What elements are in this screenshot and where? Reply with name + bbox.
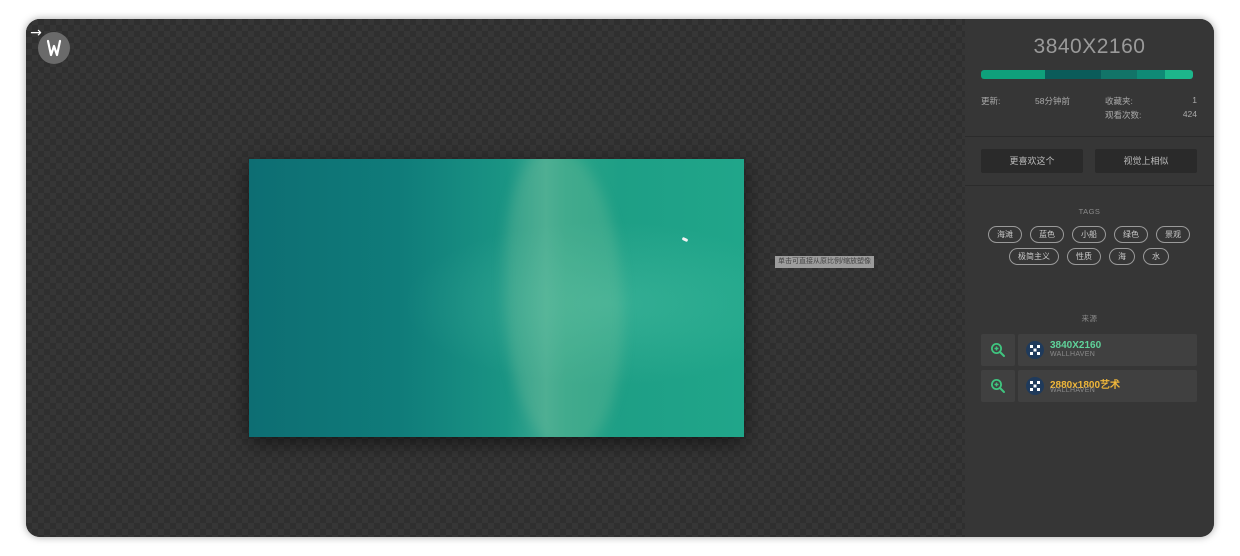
source-link[interactable]: 3840X2160 WALLHAVEN [1018, 334, 1197, 366]
source-title: 3840X2160 [1050, 340, 1102, 351]
tag-pill[interactable]: 蓝色 [1030, 226, 1064, 243]
shallow-water-area [504, 159, 624, 437]
color-palette [981, 70, 1193, 79]
palette-swatch[interactable] [981, 70, 1045, 79]
tag-pill[interactable]: 海 [1109, 248, 1135, 265]
tags-heading: TAGS [1078, 207, 1101, 216]
favorites-label: 收藏夹: [1105, 96, 1133, 106]
wallhaven-avatar-icon [1026, 377, 1044, 395]
updated-value: 58分钟前 [1035, 96, 1070, 106]
source-site: WALLHAVEN [1050, 387, 1096, 394]
more-like-this-button[interactable]: 更喜欢这个 [981, 149, 1083, 173]
image-viewer[interactable]: → 单击可直接从原比例/缩放塑像 [26, 19, 965, 537]
boat-mark [681, 236, 689, 243]
tag-pill[interactable]: 极简主义 [1009, 248, 1059, 265]
palette-swatch[interactable] [1137, 70, 1165, 79]
tag-pill[interactable]: 绿色 [1114, 226, 1148, 243]
tag-pill[interactable]: 景观 [1156, 226, 1190, 243]
visually-similar-button[interactable]: 视觉上相似 [1095, 149, 1197, 173]
updated-label: 更新: [981, 96, 1001, 106]
tag-pill[interactable]: 小船 [1072, 226, 1106, 243]
zoom-hint-tooltip: 单击可直接从原比例/缩放塑像 [775, 256, 874, 268]
palette-swatch[interactable] [1165, 70, 1193, 79]
app-window: → 单击可直接从原比例/缩放塑像 3840X2160 更新: 58分钟前 收藏夹… [26, 19, 1214, 537]
details-sidebar: 3840X2160 更新: 58分钟前 收藏夹: 1 观看次数: 424 更喜欢… [965, 19, 1214, 537]
source-site: WALLHAVEN [1050, 351, 1096, 358]
source-row-2[interactable]: 2880x1800艺术 WALLHAVEN [981, 370, 1197, 402]
views-label: 观看次数: [1105, 110, 1142, 120]
wallhaven-logo-icon[interactable] [38, 32, 70, 64]
source-link[interactable]: 2880x1800艺术 WALLHAVEN [1018, 370, 1197, 402]
zoom-in-icon[interactable] [981, 370, 1015, 402]
wallhaven-avatar-icon [1026, 341, 1044, 359]
tag-pill[interactable]: 水 [1143, 248, 1169, 265]
tag-pill[interactable]: 海滩 [988, 226, 1022, 243]
source-heading: 来源 [1081, 314, 1098, 323]
zoom-in-icon[interactable] [981, 334, 1015, 366]
palette-swatch[interactable] [1101, 70, 1137, 79]
favorites-value: 1 [1192, 95, 1197, 105]
divider [965, 185, 1214, 186]
resolution-title: 3840X2160 [1033, 35, 1146, 58]
palette-swatch[interactable] [1045, 70, 1101, 79]
source-row-1[interactable]: 3840X2160 WALLHAVEN [981, 334, 1197, 366]
wallpaper-image[interactable] [249, 159, 744, 437]
tag-pill[interactable]: 性质 [1067, 248, 1101, 265]
views-value: 424 [1182, 109, 1197, 119]
divider [965, 136, 1214, 137]
tag-list: 海滩 蓝色 小船 绿色 景观极简主义 性质海水 [987, 226, 1191, 265]
